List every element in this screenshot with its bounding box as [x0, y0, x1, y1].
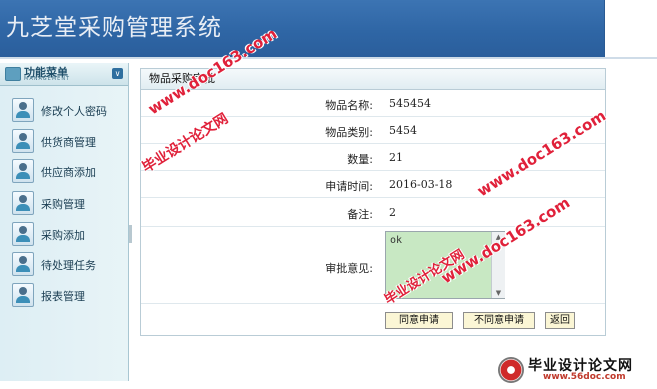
scroll-up-arrow-icon[interactable]: ▲: [492, 232, 505, 242]
approval-panel: 物品采购审批 物品名称: 545454 物品类别: 5454 数量: 21 申请…: [140, 68, 606, 336]
field-label: 申请时间:: [325, 180, 373, 193]
sidebar-item-label: 修改个人密码: [41, 105, 107, 118]
sidebar-item-reports[interactable]: 报表管理: [8, 283, 126, 309]
sidebar-item-label: 待处理任务: [41, 259, 96, 272]
header-divider: [0, 57, 657, 59]
field-label: 数量:: [347, 153, 373, 166]
field-row-remark: 备注: 2: [141, 198, 605, 227]
sidebar-item-change-password[interactable]: 修改个人密码: [8, 98, 126, 124]
field-label: 备注:: [347, 208, 373, 221]
field-value: 5454: [389, 124, 417, 137]
app-title: 九芝堂采购管理系统: [6, 15, 222, 41]
watermark-logo-url: www.56doc.com: [543, 372, 626, 382]
watermark-logo-text: 毕业设计论文网: [528, 358, 633, 374]
user-card-icon: [12, 252, 34, 276]
collapse-chevron-icon[interactable]: ∨: [112, 68, 123, 79]
sidebar-item-pending-tasks[interactable]: 待处理任务: [8, 252, 126, 278]
scroll-down-arrow-icon[interactable]: ▼: [492, 288, 505, 298]
menu-header: 功能菜单 MANAGEMENT ∨: [0, 63, 128, 86]
user-card-icon: [12, 283, 34, 307]
user-card-icon: [12, 159, 34, 183]
sidebar-item-supplier-add[interactable]: 供应商添加: [8, 159, 126, 185]
approve-button[interactable]: 同意申请: [385, 312, 453, 329]
opinion-scrollbar[interactable]: ▲ ▼: [491, 232, 505, 298]
field-value: 21: [389, 151, 403, 164]
field-label: 物品名称:: [325, 99, 373, 112]
field-row-opinion: 审批意见:: [141, 227, 605, 304]
reject-button[interactable]: 不同意申请: [463, 312, 535, 329]
field-row-quantity: 数量: 21: [141, 144, 605, 171]
field-row-item-category: 物品类别: 5454: [141, 117, 605, 144]
watermark-logo: 毕业设计论文网 www.56doc.com: [498, 355, 650, 385]
approval-opinion-textarea[interactable]: ok: [385, 231, 505, 299]
sidebar-item-purchase-management[interactable]: 采购管理: [8, 191, 126, 217]
sidebar-item-supplier-management[interactable]: 供货商管理: [8, 129, 126, 155]
field-label: 物品类别:: [325, 126, 373, 139]
field-value: 2: [389, 206, 396, 219]
sidebar-item-purchase-add[interactable]: 采购添加: [8, 222, 126, 248]
field-value: 2016-03-18: [389, 178, 453, 191]
sidebar-item-label: 报表管理: [41, 290, 85, 303]
field-label: 审批意见:: [325, 262, 373, 275]
back-button[interactable]: 返回: [545, 312, 575, 329]
field-row-item-name: 物品名称: 545454: [141, 90, 605, 117]
user-card-icon: [12, 98, 34, 122]
sidebar-item-label: 采购管理: [41, 198, 85, 211]
sidebar-item-label: 供货商管理: [41, 136, 96, 149]
logo-disc-icon: [498, 357, 524, 383]
user-card-icon: [12, 222, 34, 246]
sidebar: 功能菜单 MANAGEMENT ∨ 修改个人密码 供货商管理 供应商添加 采购管…: [0, 63, 129, 381]
menu-folder-icon: [5, 67, 21, 81]
menu-header-subtitle: MANAGEMENT: [24, 76, 71, 82]
sidebar-item-label: 采购添加: [41, 229, 85, 242]
field-row-apply-time: 申请时间: 2016-03-18: [141, 171, 605, 198]
user-card-icon: [12, 129, 34, 153]
field-value: 545454: [389, 97, 431, 110]
sidebar-resize-handle[interactable]: [129, 225, 132, 243]
app-header: 九芝堂采购管理系统: [0, 0, 605, 57]
panel-title: 物品采购审批: [141, 69, 605, 90]
sidebar-item-label: 供应商添加: [41, 166, 96, 179]
header-blank-area: [605, 0, 657, 57]
user-card-icon: [12, 191, 34, 215]
